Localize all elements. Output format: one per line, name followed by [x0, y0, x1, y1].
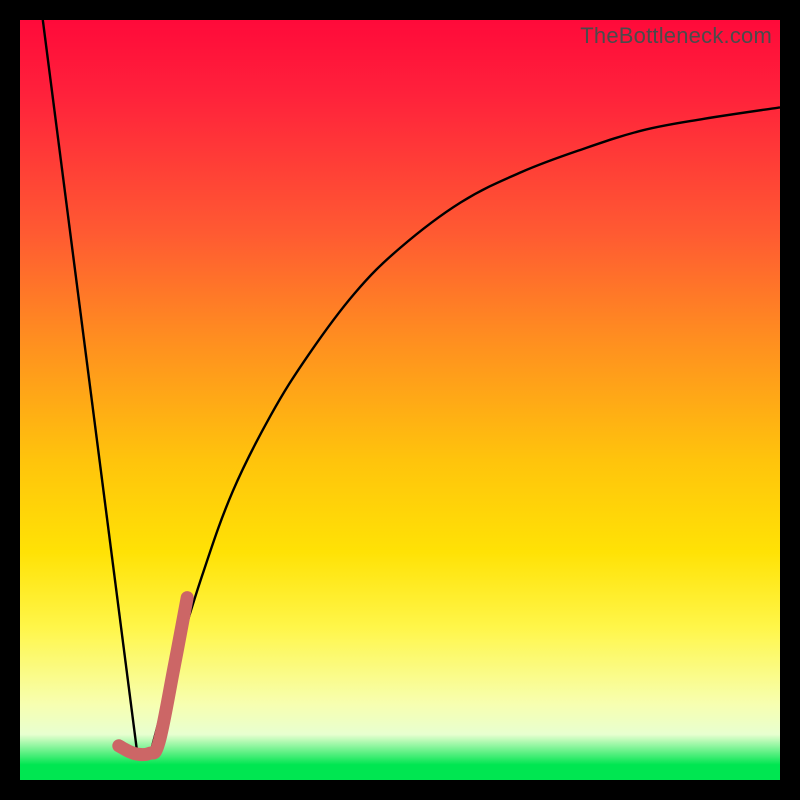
left-line-path — [43, 20, 138, 757]
right-curve-path — [149, 107, 780, 757]
chart-curves-svg — [20, 20, 780, 780]
chart-plot-area: TheBottleneck.com — [20, 20, 780, 780]
accent-hook-path — [119, 598, 187, 755]
chart-frame: TheBottleneck.com — [0, 0, 800, 800]
